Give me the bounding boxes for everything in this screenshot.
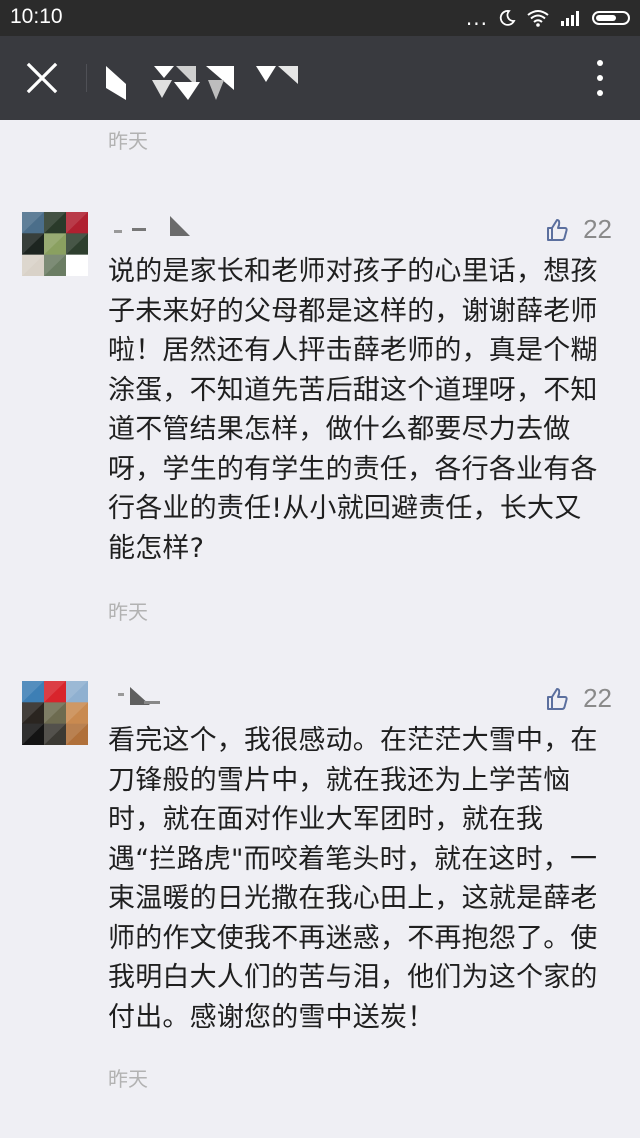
like-count: 22 [583,214,612,244]
more-button[interactable] [590,58,610,98]
like-button[interactable]: 22 [545,214,612,245]
nickname-blurred [118,687,160,705]
avatar[interactable] [22,212,88,276]
like-count: 22 [583,683,612,713]
thumbs-up-icon [547,687,568,710]
nickname-blurred [114,216,190,236]
like-button[interactable]: 22 [545,683,612,714]
status-time: 10:10 [10,5,63,28]
comment-text: 说的是家长和老师对孩子的心里话，想孩子未来好的父母都是这样的，谢谢薛老师啦！居然… [108,256,598,564]
avatar[interactable] [22,681,88,745]
comment-time: 昨天 [108,1067,148,1091]
previous-comment-time: 昨天 [108,129,148,153]
nav-bar [0,36,640,120]
wifi-icon [527,10,549,27]
status-bar: 10:10 ... [0,0,640,36]
dots-icon: ... [465,6,488,30]
comment-text: 看完这个，我很感动。在茫茫大雪中，在刀锋般的雪片中，就在我还为上学苦恼时，就在面… [108,725,598,1033]
moon-icon [499,10,516,26]
more-dot [597,60,603,66]
comment-time: 昨天 [108,600,148,624]
close-icon [26,62,58,94]
nav-title-blurred [106,66,298,100]
close-button[interactable] [22,58,62,98]
status-icons: ... [466,7,630,29]
nav-divider [86,64,87,92]
signal-icon [561,11,579,26]
more-dot [597,90,603,96]
thumbs-up-icon [547,218,568,241]
more-dot [597,75,603,81]
battery-icon [592,11,630,25]
comments-list: 昨天 22 说的是家长和老师对孩子的心里话，想孩子未来好的父母都是这样的，谢谢薛… [0,120,640,1138]
